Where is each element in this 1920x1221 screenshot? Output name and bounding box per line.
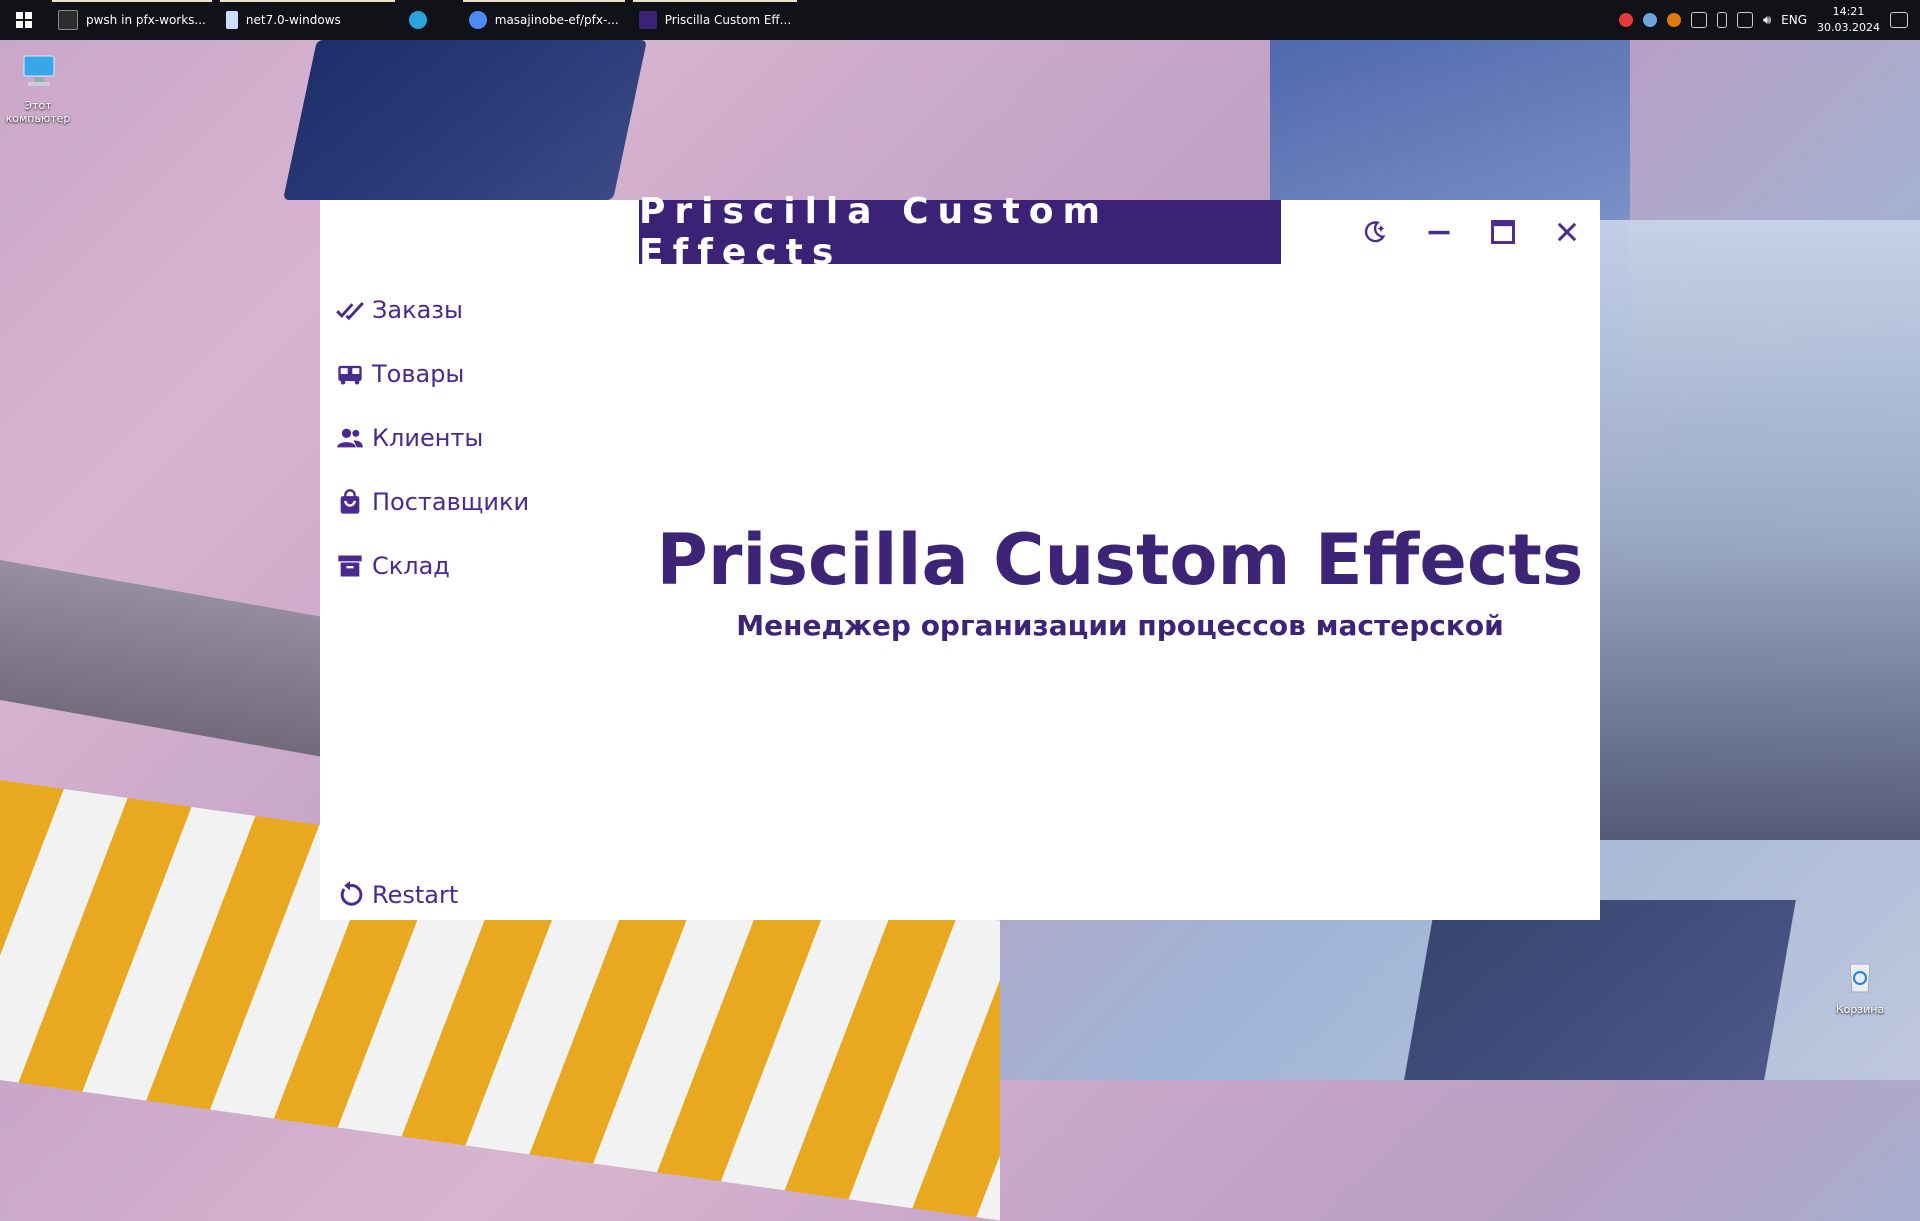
- sidebar-nav: Заказы Товары Клиенты Поставщики Склад: [336, 278, 529, 598]
- minimize-icon: [1428, 230, 1450, 235]
- usb-icon[interactable]: [1716, 12, 1727, 28]
- close-button[interactable]: [1547, 212, 1587, 252]
- sidebar-item-clients[interactable]: Клиенты: [336, 406, 529, 470]
- hero: Priscilla Custom Effects Менеджер органи…: [640, 520, 1600, 642]
- monitor-icon[interactable]: [1690, 12, 1707, 28]
- archive-icon: [338, 555, 362, 577]
- browser-icon: [468, 11, 487, 29]
- shopping-bag-icon: [340, 489, 360, 514]
- app-title: Priscilla Custom Effects: [639, 191, 1110, 273]
- task-terminal[interactable]: pwsh in pfx-works...: [48, 0, 216, 40]
- language-indicator[interactable]: ENG: [1781, 13, 1807, 27]
- sidebar-item-products[interactable]: Товары: [336, 342, 529, 406]
- system-tray: 🔊︎ ENG 14:21 30.03.2024: [1618, 4, 1920, 36]
- sidebar-item-label: Поставщики: [372, 488, 530, 516]
- volume-icon[interactable]: 🔊︎: [1763, 13, 1771, 28]
- desktop-icon-recycle-bin[interactable]: Корзина: [1822, 956, 1898, 1016]
- windows-logo-icon: [16, 12, 32, 28]
- folder-icon: [225, 11, 238, 29]
- task-app[interactable]: Priscilla Custom Eff...: [629, 0, 801, 40]
- sidebar-item-label: Товары: [372, 360, 465, 388]
- sidebar-item-label: Заказы: [372, 296, 464, 324]
- sidebar-item-suppliers[interactable]: Поставщики: [336, 470, 529, 534]
- clock-date: 30.03.2024: [1817, 21, 1880, 34]
- title-bar[interactable]: Priscilla Custom Effects: [639, 191, 1281, 273]
- users-icon: [337, 428, 363, 448]
- search-icon[interactable]: [1666, 13, 1681, 27]
- sidebar-item-orders[interactable]: Заказы: [336, 278, 529, 342]
- task-label: net7.0-windows: [245, 13, 341, 27]
- task-telegram[interactable]: [399, 0, 459, 40]
- app-window: Priscilla Custom Effects Заказы Товары К…: [320, 191, 1600, 920]
- network-icon[interactable]: [1736, 12, 1753, 28]
- computer-icon: [23, 55, 55, 86]
- terminal-icon: [58, 10, 78, 30]
- wallpaper-building: [1560, 220, 1920, 840]
- taskbar: pwsh in pfx-works... net7.0-windows masa…: [0, 0, 1920, 40]
- task-explorer[interactable]: net7.0-windows: [216, 0, 399, 40]
- task-browser[interactable]: masajinobe-ef/pfx-...: [459, 0, 629, 40]
- desktop-icon-label: Корзина: [1835, 1003, 1885, 1016]
- recycle-bin-icon: [1849, 963, 1871, 993]
- theme-toggle-button[interactable]: [1354, 212, 1394, 252]
- clock-time: 14:21: [1832, 5, 1865, 18]
- sidebar-item-warehouse[interactable]: Склад: [336, 534, 529, 598]
- desktop-icon-this-pc[interactable]: Этот компьютер: [0, 52, 76, 125]
- app-icon: [638, 11, 657, 29]
- bus-icon: [338, 365, 362, 385]
- maximize-icon: [1491, 220, 1515, 244]
- start-button[interactable]: [0, 0, 48, 40]
- sidebar-item-label: Склад: [372, 552, 450, 580]
- telegram-icon: [408, 11, 427, 29]
- clock[interactable]: 14:21 30.03.2024: [1817, 4, 1880, 36]
- restart-button[interactable]: Restart: [336, 875, 458, 915]
- double-check-icon: [336, 302, 364, 321]
- wallpaper-letters: [1404, 900, 1796, 1080]
- wallpaper-sign: [282, 40, 648, 200]
- notification-icon[interactable]: [1890, 12, 1908, 28]
- restart-icon: [340, 881, 363, 906]
- task-label: pwsh in pfx-works...: [86, 13, 206, 27]
- hero-title: Priscilla Custom Effects: [656, 519, 1584, 601]
- desktop-icon-label: Этот компьютер: [5, 99, 71, 125]
- mail-icon[interactable]: [1618, 13, 1633, 27]
- cloud-icon[interactable]: [1642, 13, 1657, 27]
- close-icon: [1557, 222, 1577, 242]
- minimize-button[interactable]: [1419, 212, 1459, 252]
- moon-stars-icon: [1364, 221, 1386, 243]
- hero-subtitle: Менеджер организации процессов мастерско…: [736, 608, 1504, 642]
- maximize-button[interactable]: [1483, 212, 1523, 252]
- sidebar-item-label: Клиенты: [372, 424, 484, 452]
- task-label: Priscilla Custom Eff...: [664, 13, 792, 27]
- task-label: masajinobe-ef/pfx-...: [494, 13, 619, 27]
- restart-label: Restart: [372, 881, 459, 909]
